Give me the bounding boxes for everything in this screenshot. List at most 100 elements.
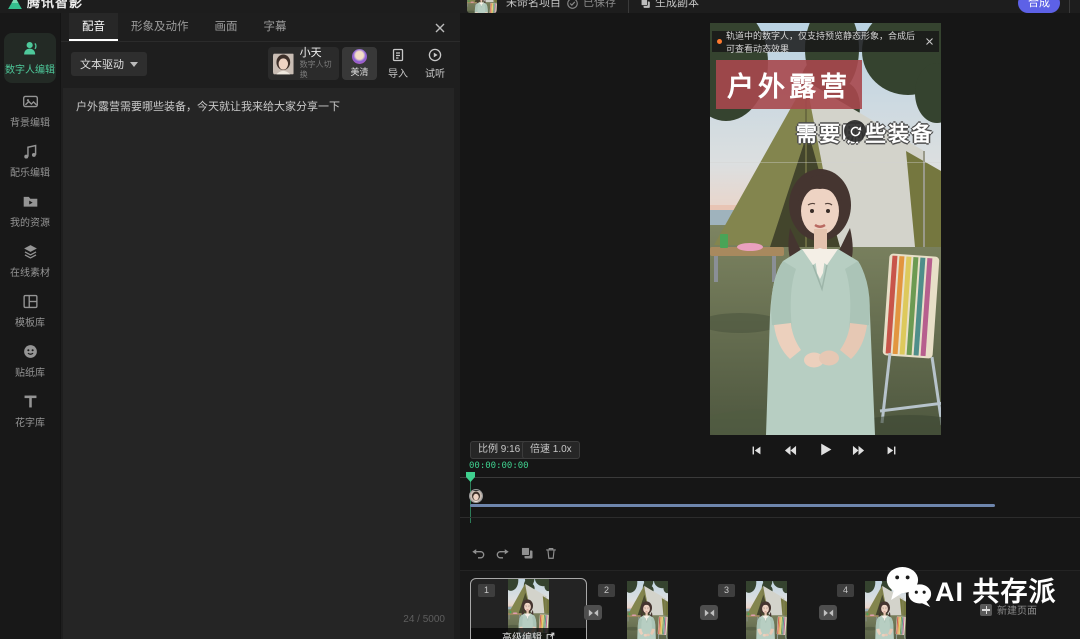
tab-picture[interactable]: 画面 <box>202 13 251 41</box>
preview-stage: 户外露营 需要哪些装备 轨道中的数字人，仅支持预览静态形象，合成后可查看动态效果… <box>460 13 1080 639</box>
layers-icon <box>22 243 39 260</box>
drive-mode-value: 文本驱动 <box>80 56 124 72</box>
play-button[interactable] <box>818 442 833 457</box>
transition-icon <box>588 609 599 617</box>
timeline-ruler[interactable] <box>460 477 1080 478</box>
playhead[interactable] <box>466 472 475 482</box>
app-logo-text: 腾讯智影 <box>27 0 83 13</box>
selection-guide-line <box>710 162 941 163</box>
panel-close-icon[interactable] <box>434 21 448 35</box>
digital-human-switcher[interactable]: 小天 数字人切换 <box>268 47 339 80</box>
voice-track-clip[interactable] <box>470 504 995 507</box>
project-name[interactable]: 未命名项目 <box>506 0 561 13</box>
transition-icon <box>704 609 715 617</box>
scene-card-1[interactable]: 1 高级编辑 <box>470 578 587 639</box>
duplicate-button[interactable] <box>520 546 536 562</box>
editor-panel: 配音 形象及动作 画面 字幕 文本驱动 小天 数字人切换 美清 <box>60 13 460 639</box>
scene-filmstrip: 1 高级编辑 2 3 <box>460 570 1080 639</box>
video-preview[interactable]: 户外露营 需要哪些装备 轨道中的数字人，仅支持预览静态形象，合成后可查看动态效果 <box>710 23 941 435</box>
audition-button[interactable]: 试听 <box>418 48 452 80</box>
topbar-divider-right <box>1069 0 1070 13</box>
topbar-divider <box>628 0 629 13</box>
transition-button-1[interactable] <box>584 605 602 620</box>
sidebar-item-digital-human[interactable]: 数字人编辑 <box>4 33 56 83</box>
redo-button[interactable] <box>496 546 512 562</box>
scene-number-badge: 2 <box>598 584 615 597</box>
sidebar-item-background[interactable]: 背景编辑 <box>0 93 60 129</box>
generate-copy-icon <box>640 0 651 13</box>
notice-dot-icon <box>717 39 722 44</box>
music-icon <box>22 143 39 160</box>
scene-thumbnail-4[interactable] <box>865 581 906 639</box>
timecode: 00:00:00:00 <box>469 461 529 471</box>
voice-name: 美清 <box>350 65 368 78</box>
drive-mode-select[interactable]: 文本驱动 <box>71 52 147 76</box>
voice-select-button[interactable]: 美清 <box>342 47 377 80</box>
undo-button[interactable] <box>471 546 487 562</box>
transition-button-2[interactable] <box>700 605 718 620</box>
sidebar: 数字人编辑 背景编辑 配乐编辑 我的资源 在线素材 模板库 贴纸库 花字库 <box>0 13 60 639</box>
transition-button-3[interactable] <box>819 605 837 620</box>
scene-number-badge: 3 <box>718 584 735 597</box>
sidebar-item-label: 贴纸库 <box>15 364 45 379</box>
app-logo: 腾讯智影 <box>8 0 83 13</box>
project-thumbnail[interactable] <box>467 0 497 13</box>
skip-end-button[interactable] <box>886 445 897 456</box>
generate-copy-button[interactable]: 生成副本 <box>655 0 699 13</box>
fancy-text-icon <box>22 393 39 410</box>
char-count: 24 / 5000 <box>403 614 445 625</box>
fast-forward-button[interactable] <box>852 444 865 457</box>
track-avatar-icon <box>469 489 483 503</box>
track-divider <box>460 517 1080 518</box>
notice-text: 轨道中的数字人，仅支持预览静态形象，合成后可查看动态效果 <box>726 29 921 55</box>
delete-button[interactable] <box>544 546 560 562</box>
script-text[interactable]: 户外露营需要哪些装备，今天就让我来给大家分享一下 <box>63 88 454 126</box>
sidebar-item-label: 模板库 <box>15 314 45 329</box>
external-link-icon <box>546 632 555 639</box>
avatar-name: 小天 <box>300 47 334 60</box>
refresh-text-button[interactable] <box>844 120 866 142</box>
import-icon <box>391 48 405 62</box>
advanced-edit-button[interactable]: 高级编辑 <box>471 628 586 639</box>
import-button[interactable]: 导入 <box>381 48 415 80</box>
sidebar-item-resources[interactable]: 我的资源 <box>0 193 60 229</box>
rewind-button[interactable] <box>784 444 797 457</box>
sidebar-item-materials[interactable]: 在线素材 <box>0 243 60 279</box>
skip-start-button[interactable] <box>751 445 762 456</box>
topbar: 腾讯智影 未命名项目 已保存 生成副本 合成 <box>0 0 1080 13</box>
refresh-icon <box>849 125 862 138</box>
track-notice-bar: 轨道中的数字人，仅支持预览静态形象，合成后可查看动态效果 <box>712 31 939 52</box>
tab-dubbing[interactable]: 配音 <box>69 13 118 41</box>
saved-check-icon <box>567 0 578 13</box>
video-title-overlay[interactable]: 户外露营 <box>716 60 862 109</box>
script-textarea[interactable]: 户外露营需要哪些装备，今天就让我来给大家分享一下 24 / 5000 <box>63 88 454 639</box>
play-circle-icon <box>428 48 442 62</box>
ratio-button[interactable]: 比例 9:16 <box>470 441 528 459</box>
sidebar-item-label: 配乐编辑 <box>10 164 50 179</box>
scene-thumbnail-2[interactable] <box>627 581 668 639</box>
sticker-icon <box>22 343 39 360</box>
audition-label: 试听 <box>425 65 445 80</box>
tab-subtitle[interactable]: 字幕 <box>251 13 300 41</box>
sidebar-item-label: 背景编辑 <box>10 114 50 129</box>
folder-icon <box>22 193 39 210</box>
app-window: 腾讯智影 未命名项目 已保存 生成副本 合成 数字人编辑 背景编辑 配乐编辑 <box>0 0 1080 639</box>
compose-button[interactable]: 合成 <box>1018 0 1060 13</box>
speed-button[interactable]: 倍速 1.0x <box>522 441 580 459</box>
tab-appearance-action[interactable]: 形象及动作 <box>118 13 202 41</box>
import-label: 导入 <box>388 65 408 80</box>
sidebar-item-fancy-text[interactable]: 花字库 <box>0 393 60 429</box>
new-page-button[interactable]: 新建页面 <box>980 602 1037 617</box>
sidebar-item-stickers[interactable]: 贴纸库 <box>0 343 60 379</box>
sidebar-item-music[interactable]: 配乐编辑 <box>0 143 60 179</box>
logo-icon <box>8 0 22 9</box>
save-status: 已保存 <box>583 0 616 13</box>
notice-close-icon[interactable] <box>925 37 934 46</box>
panel-tabs: 配音 形象及动作 画面 字幕 <box>61 13 460 42</box>
scene-thumbnail-3[interactable] <box>746 581 787 639</box>
sidebar-item-templates[interactable]: 模板库 <box>0 293 60 329</box>
sidebar-item-label: 数字人编辑 <box>5 61 55 76</box>
sidebar-item-label: 在线素材 <box>10 264 50 279</box>
chevron-down-icon <box>130 62 138 67</box>
advanced-edit-label: 高级编辑 <box>502 629 542 639</box>
